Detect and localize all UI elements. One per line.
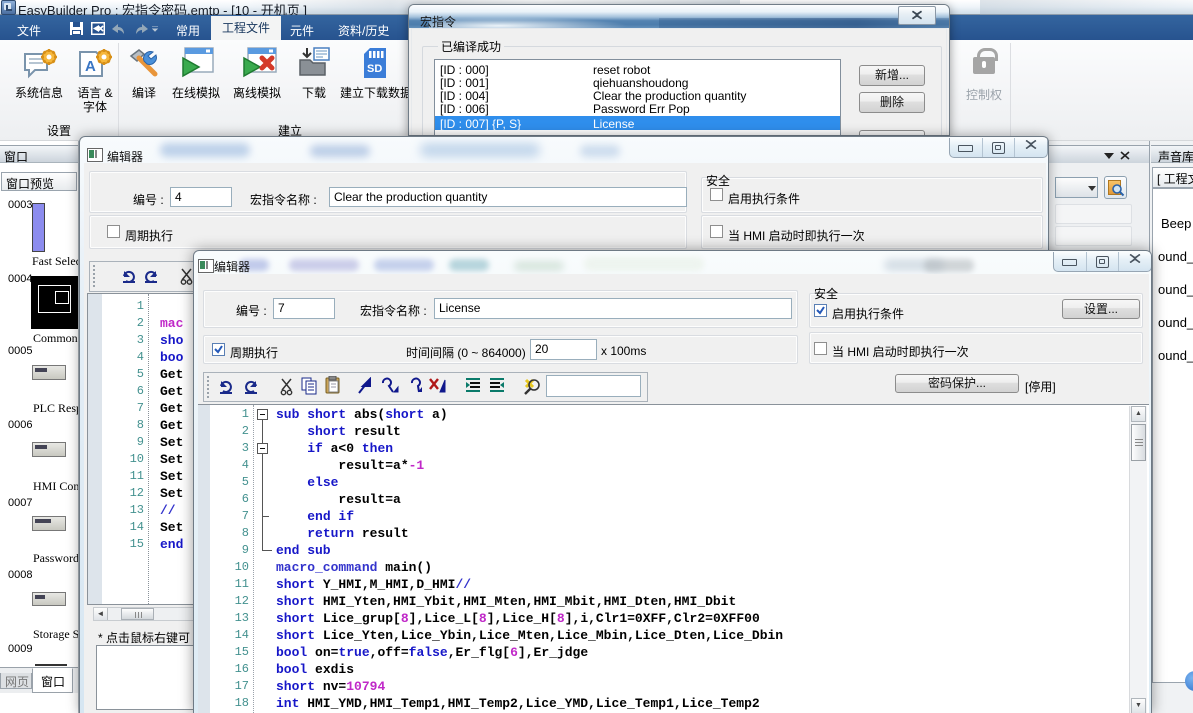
svg-text:SD: SD: [367, 63, 382, 75]
svg-text:A: A: [85, 58, 96, 75]
